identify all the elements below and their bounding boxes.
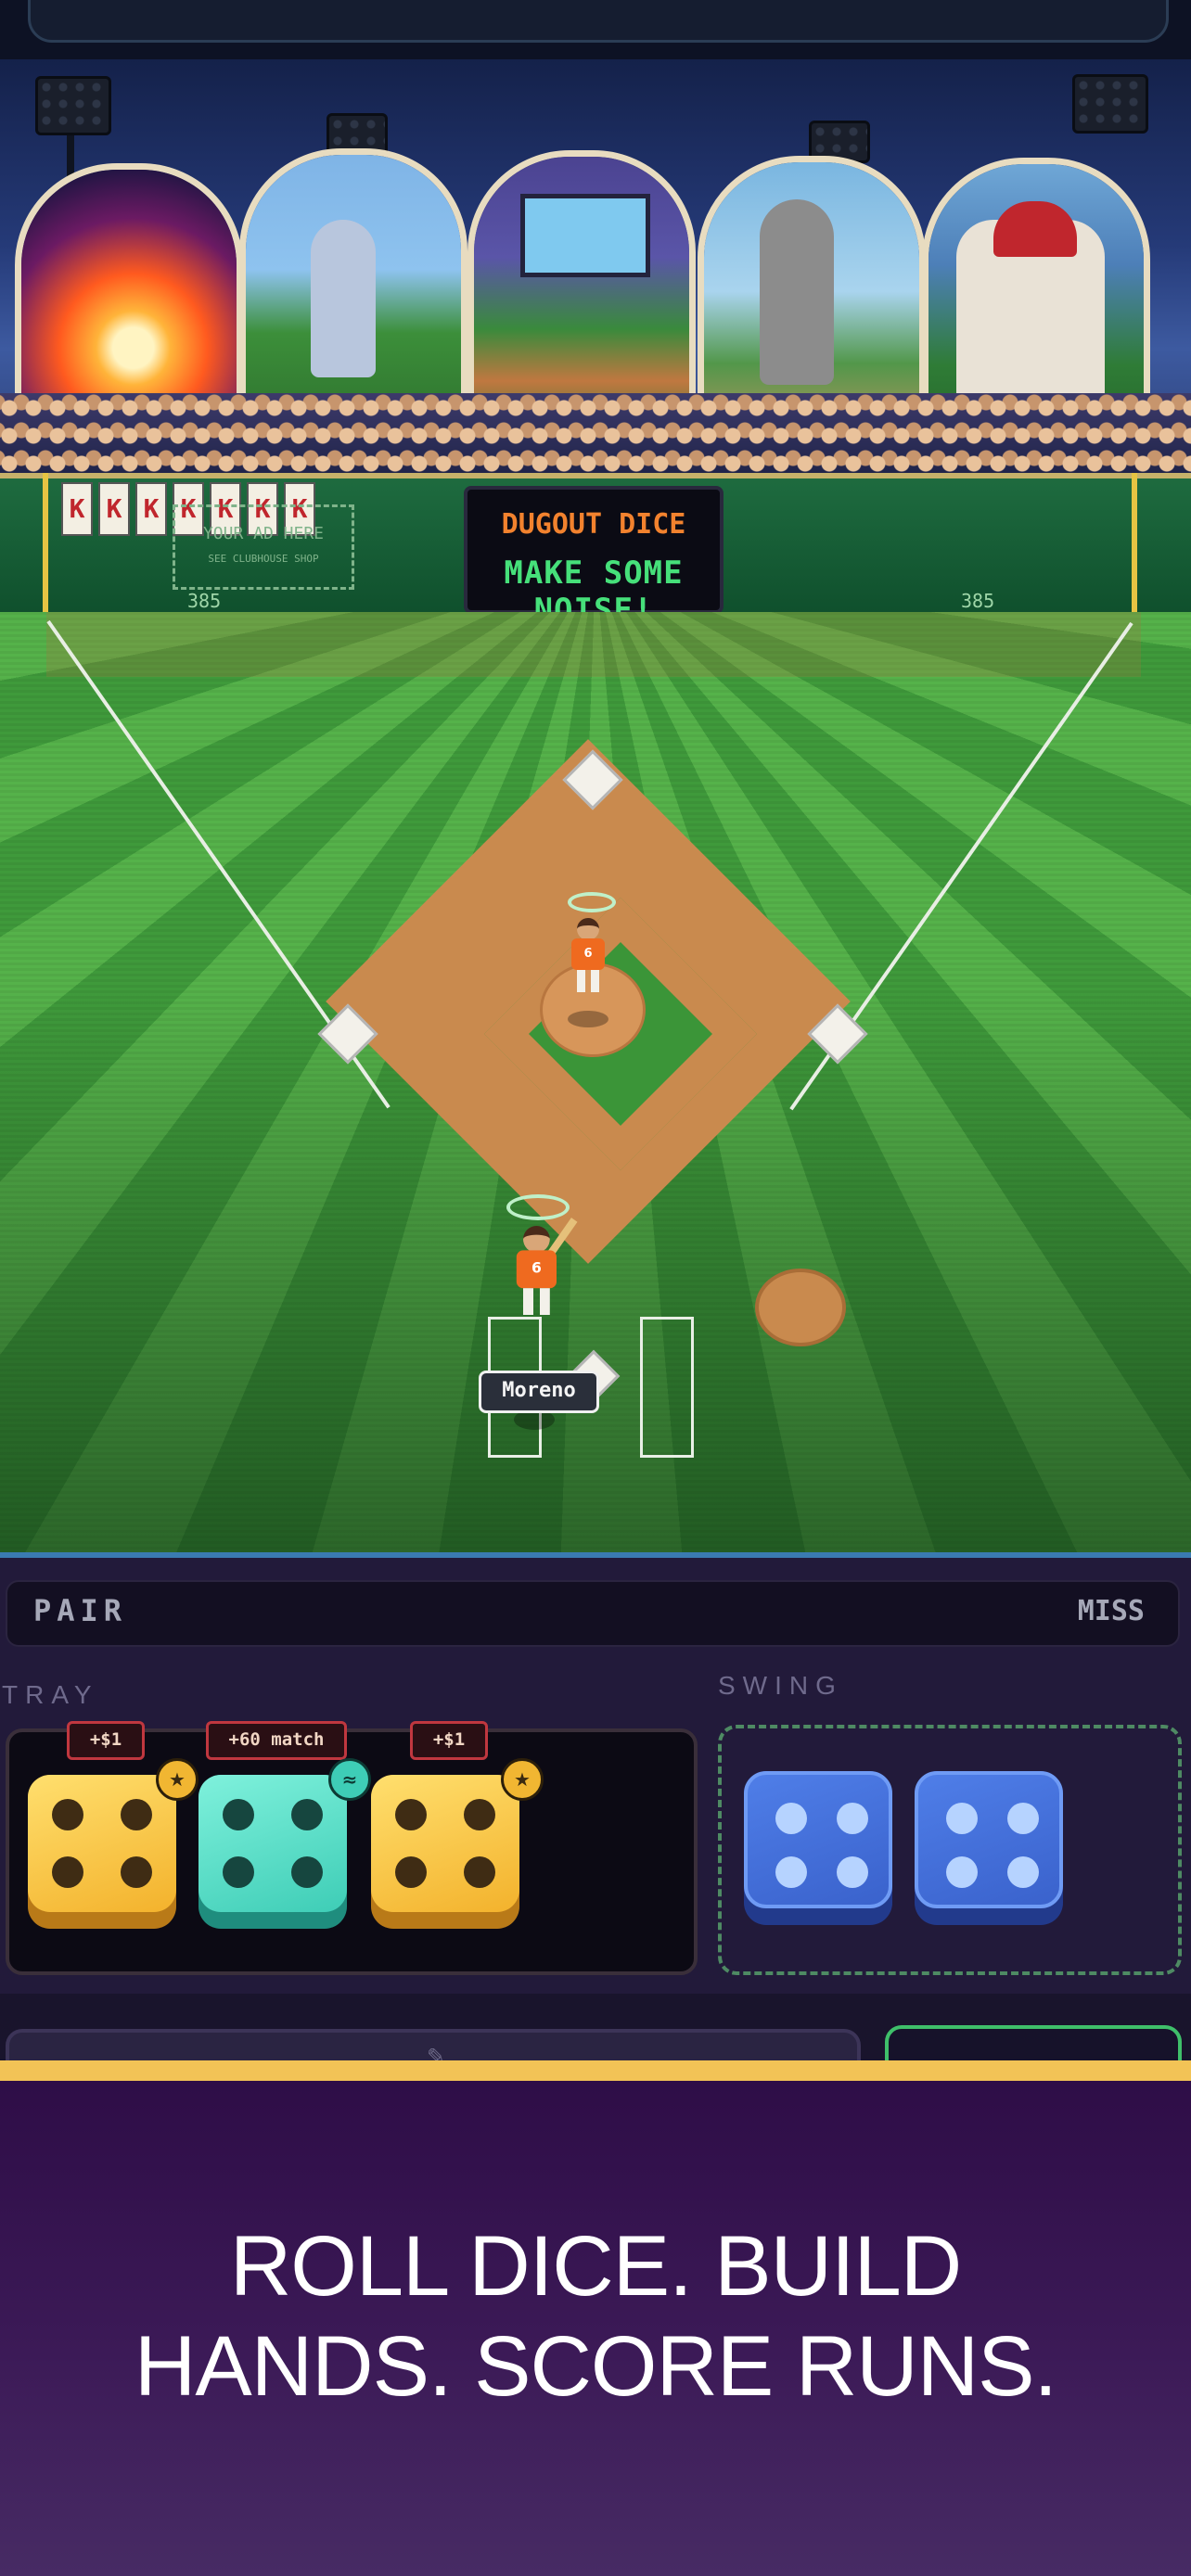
game-screen: K K K K K K K YOUR AD HERE SEE CLUBHOUSE… bbox=[0, 0, 1191, 2576]
promo-headline: ROLL DICE. BUILD HANDS. SCORE RUNS. bbox=[0, 2216, 1191, 2417]
swing-die[interactable] bbox=[744, 1771, 892, 1925]
distance-left: 385 bbox=[187, 590, 222, 612]
jumbotron-icon bbox=[520, 194, 650, 277]
hand-bar bbox=[6, 1580, 1180, 1647]
promo-line1: ROLL DICE. BUILD bbox=[229, 2219, 962, 2314]
strikeout-card: K bbox=[135, 482, 167, 536]
tray-label: TRAY bbox=[2, 1680, 99, 1709]
tray-die[interactable] bbox=[28, 1775, 176, 1929]
foul-pole-right bbox=[1132, 473, 1137, 612]
die-bonus-tag: +60 match bbox=[206, 1721, 347, 1760]
ad-line2: SEE CLUBHOUSE SHOP bbox=[208, 553, 319, 565]
pitcher-number: 6 bbox=[571, 938, 605, 970]
ad-placeholder[interactable]: YOUR AD HERE SEE CLUBHOUSE SHOP bbox=[173, 504, 354, 590]
on-deck-circle bbox=[755, 1269, 846, 1346]
promo-line2: HANDS. SCORE RUNS. bbox=[134, 2319, 1057, 2414]
accent-stripe bbox=[0, 2060, 1191, 2081]
strikeout-card: K bbox=[98, 482, 130, 536]
foul-pole-left bbox=[43, 473, 48, 612]
top-bar bbox=[0, 0, 1191, 59]
stadium-light-icon bbox=[35, 76, 111, 135]
batters-box-right bbox=[640, 1317, 694, 1458]
batter-halo bbox=[506, 1194, 570, 1220]
tray-die[interactable] bbox=[198, 1775, 347, 1929]
swing-die[interactable] bbox=[915, 1771, 1063, 1925]
star-badge-icon: ★ bbox=[156, 1758, 198, 1801]
distance-right: 385 bbox=[961, 590, 995, 612]
hand-result: MISS bbox=[1077, 1595, 1145, 1627]
crowd bbox=[0, 393, 1191, 473]
batter-number: 6 bbox=[516, 1250, 557, 1289]
scoreboard-title: DUGOUT DICE bbox=[501, 508, 686, 541]
star-badge-icon: ★ bbox=[501, 1758, 544, 1801]
pitcher[interactable]: 6 bbox=[568, 918, 608, 996]
batter-name-tag: Moreno bbox=[479, 1371, 599, 1413]
tray-die[interactable] bbox=[371, 1775, 519, 1929]
swing-label: SWING bbox=[718, 1671, 843, 1700]
scoreboard: DUGOUT DICE MAKE SOME NOISE! bbox=[464, 486, 724, 629]
die-bonus-tag: +$1 bbox=[67, 1721, 145, 1760]
die-bonus-tag: +$1 bbox=[410, 1721, 488, 1760]
strikeout-card: K bbox=[61, 482, 93, 536]
batter[interactable]: 6 bbox=[512, 1226, 574, 1346]
hand-name: PAIR bbox=[33, 1593, 128, 1628]
wave-badge-icon: ≈ bbox=[328, 1758, 371, 1801]
pitcher-halo bbox=[568, 892, 616, 912]
stadium-light-icon bbox=[1072, 74, 1148, 134]
stadium-backdrop bbox=[0, 59, 1191, 473]
ad-line1: YOUR AD HERE bbox=[202, 524, 325, 543]
